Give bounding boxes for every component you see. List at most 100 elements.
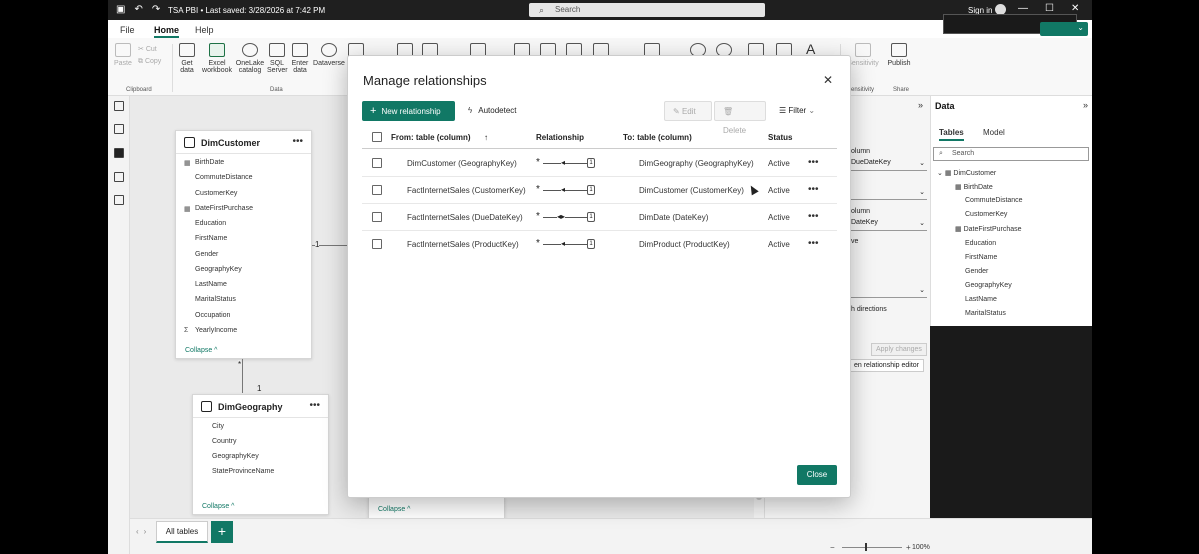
model-view-icon[interactable]	[114, 148, 124, 158]
relationship-row[interactable]: DimCustomer (GeographyKey) * ◂ 1 DimGeogra…	[362, 150, 837, 177]
column-dropdown-1[interactable]: DueDateKey ⌄	[851, 159, 927, 171]
close-button[interactable]: Close	[797, 465, 837, 485]
field-item[interactable]: GeographyKey	[195, 266, 242, 273]
field-item[interactable]: StateProvinceName	[212, 468, 274, 475]
field-item[interactable]: Gender	[195, 251, 218, 258]
table-card-dimcustomer[interactable]: DimCustomer ••• ▦ BirthDate CommuteDistan…	[175, 130, 312, 359]
row-checkbox[interactable]	[372, 212, 382, 222]
search-box[interactable]: ⌕ Search	[529, 3, 765, 17]
tab-scroll-arrows[interactable]: ‹›	[136, 527, 151, 536]
undo-icon[interactable]: ↶	[134, 5, 142, 15]
table-view-icon[interactable]	[114, 124, 124, 134]
field-item[interactable]: CustomerKey	[195, 190, 237, 197]
field-item[interactable]: FirstName	[195, 235, 227, 242]
tree-field-item[interactable]: CommuteDistance	[965, 197, 1023, 204]
relationship-row[interactable]: FactInternetSales (DueDateKey) * ◂▸ 1 DimD…	[362, 204, 837, 231]
field-item[interactable]: Education	[195, 220, 226, 227]
open-relationship-editor-button[interactable]: en relationship editor	[849, 359, 924, 372]
cross-filter-dropdown[interactable]: ⌄	[851, 286, 927, 298]
tmdl-view-icon[interactable]	[114, 195, 124, 205]
zoom-in-button[interactable]: +	[906, 543, 911, 552]
row-checkbox[interactable]	[372, 185, 382, 195]
zoom-slider-thumb[interactable]	[865, 543, 867, 551]
sort-arrow-icon[interactable]: ↑	[484, 133, 488, 142]
add-layout-button[interactable]: +	[211, 521, 233, 543]
field-item[interactable]: LastName	[195, 281, 227, 288]
tree-table-item[interactable]: ⌄ ▦ DimCustomer	[937, 169, 996, 177]
field-item[interactable]: ▦ BirthDate	[184, 159, 224, 167]
data-search-input[interactable]: ⌕ Search	[933, 147, 1089, 161]
column-status[interactable]: Status	[768, 133, 792, 142]
row-checkbox[interactable]	[372, 158, 382, 168]
sql-server-button[interactable]: SQL Server	[267, 43, 288, 74]
menu-help[interactable]: Help	[195, 25, 214, 35]
table-card-partial[interactable]: Collapse ^	[368, 496, 505, 520]
field-item[interactable]: ▦ DateFirstPurchase	[184, 205, 253, 213]
minimize-button[interactable]: —	[1018, 3, 1028, 14]
tree-field-item[interactable]: Gender	[965, 268, 988, 275]
tree-field-item[interactable]: GeographyKey	[965, 282, 1012, 289]
dax-query-icon[interactable]	[114, 172, 124, 182]
table-dropdown-2[interactable]: ⌄	[851, 188, 927, 200]
report-view-icon[interactable]	[114, 101, 124, 111]
field-item[interactable]: Occupation	[195, 312, 230, 319]
relationship-row[interactable]: FactInternetSales (ProductKey) * ◂ 1 DimPr…	[362, 231, 837, 258]
column-from[interactable]: From: table (column)	[391, 133, 471, 142]
apply-changes-button[interactable]: Apply changes	[871, 343, 927, 356]
save-icon[interactable]: ▣	[116, 5, 125, 15]
zoom-out-button[interactable]: −	[830, 543, 835, 552]
tab-all-tables[interactable]: All tables	[156, 521, 208, 543]
maximize-button[interactable]: ☐	[1045, 3, 1054, 14]
tree-field-item[interactable]: FirstName	[965, 254, 997, 261]
tree-field-item[interactable]: LastName	[965, 296, 997, 303]
filter-button[interactable]: ☰ Filter ⌄	[779, 106, 815, 115]
tree-field-item[interactable]: CustomerKey	[965, 211, 1007, 218]
table-card-dimgeography[interactable]: DimGeography ••• City Country GeographyK…	[192, 394, 329, 515]
tree-field-item[interactable]: ▦ BirthDate	[955, 183, 993, 191]
menu-home[interactable]: Home	[154, 25, 180, 38]
select-all-checkbox[interactable]	[372, 132, 382, 142]
tree-field-item[interactable]: ▦ DateFirstPurchase	[955, 225, 1022, 233]
paste-button[interactable]: Paste	[114, 43, 132, 67]
tab-model[interactable]: Model	[983, 128, 1005, 137]
relationship-row[interactable]: FactInternetSales (CustomerKey) * ◂ 1 DimC…	[362, 177, 837, 204]
more-options-icon[interactable]: •••	[292, 136, 303, 147]
collapse-pane-icon[interactable]: »	[1083, 100, 1088, 110]
tree-field-item[interactable]: Education	[965, 240, 996, 247]
autodetect-button[interactable]: ϟ Autodetect	[468, 106, 516, 115]
more-options-icon[interactable]: •••	[808, 211, 819, 222]
column-to[interactable]: To: table (column)	[623, 133, 692, 142]
field-item[interactable]: GeographyKey	[212, 453, 259, 460]
zoom-slider[interactable]	[842, 547, 902, 548]
excel-button[interactable]: Excel workbook	[200, 43, 234, 74]
cut-button[interactable]: ✂ Cut	[138, 44, 161, 56]
field-item[interactable]: City	[212, 423, 224, 430]
field-item[interactable]: CommuteDistance	[195, 174, 253, 181]
document-title[interactable]: TSA PBI • Last saved: 3/28/2026 at 7:42 …	[168, 6, 325, 15]
onelake-button[interactable]: OneLake catalog	[235, 43, 265, 74]
dataverse-button[interactable]: Dataverse	[313, 43, 345, 67]
publish-button[interactable]: Publish	[886, 43, 912, 67]
copy-button[interactable]: ⧉ Copy	[138, 56, 161, 68]
column-relationship[interactable]: Relationship	[536, 133, 584, 142]
row-checkbox[interactable]	[372, 239, 382, 249]
menu-file[interactable]: File	[120, 25, 135, 35]
enter-data-button[interactable]: Enter data	[290, 43, 310, 74]
new-relationship-button[interactable]: + New relationship	[362, 101, 455, 121]
column-dropdown-2[interactable]: DateKey ⌄	[851, 219, 927, 231]
tab-tables[interactable]: Tables	[939, 128, 964, 141]
field-item[interactable]: Country	[212, 438, 237, 445]
close-window-button[interactable]: ✕	[1071, 3, 1079, 14]
sensitivity-button[interactable]: Sensitivity	[846, 43, 880, 67]
collapse-link[interactable]: Collapse ^	[202, 503, 234, 510]
more-options-icon[interactable]: •••	[309, 400, 320, 411]
collapse-properties-icon[interactable]: »	[918, 100, 923, 110]
tree-field-item[interactable]: MaritalStatus	[965, 310, 1006, 317]
share-button[interactable]: ⌄	[1040, 22, 1088, 36]
get-data-button[interactable]: Get data	[176, 43, 198, 74]
field-item[interactable]: Σ YearlyIncome	[184, 327, 237, 334]
delete-button[interactable]: 🗑 Delete	[714, 101, 766, 135]
redo-icon[interactable]: ↷	[152, 5, 160, 15]
more-options-icon[interactable]: •••	[808, 157, 819, 168]
relationship-line[interactable]	[242, 359, 243, 393]
